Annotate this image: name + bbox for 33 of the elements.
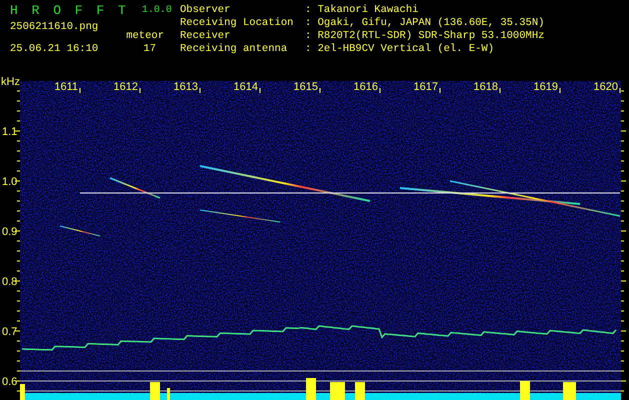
time-tick-label: 1611 bbox=[54, 81, 78, 93]
file-name: 2506211610.png bbox=[10, 21, 98, 34]
info-value: : R820T2(RTL-SDR) SDR-Sharp 53.1000MHz bbox=[305, 30, 544, 43]
meteor-count: 17 bbox=[143, 43, 156, 56]
info-value: : Ogaki, Gifu, JAPAN (136.60E, 35.35N) bbox=[305, 17, 544, 30]
app-title: H R O F F T bbox=[10, 4, 126, 17]
info-label: Receiving Location bbox=[180, 17, 294, 30]
info-label: Receiving antenna bbox=[180, 43, 288, 56]
frequency-tick-label: 1.0 bbox=[2, 176, 18, 188]
time-tick-label: 1612 bbox=[114, 81, 138, 93]
info-value: : 2el-HB9CV Vertical (el. E-W) bbox=[305, 43, 494, 56]
info-label: Receiver bbox=[180, 30, 232, 43]
frequency-tick-label: 0.6 bbox=[2, 376, 18, 388]
frequency-tick-label: 0.8 bbox=[2, 276, 18, 288]
frequency-tick-label: 1.1 bbox=[2, 126, 18, 138]
time-tick-label: 1617 bbox=[414, 81, 438, 93]
frequency-tick-label: 0.9 bbox=[2, 226, 18, 238]
meteor-label: meteor bbox=[126, 30, 164, 43]
meteor-trail bbox=[60, 226, 100, 236]
info-value: : Takanori Kawachi bbox=[305, 4, 418, 17]
axis-unit-label: kHz bbox=[1, 76, 20, 88]
date-time: 25.06.21 16:10 bbox=[10, 43, 98, 56]
time-tick-label: 1613 bbox=[174, 81, 198, 93]
time-tick-label: 1615 bbox=[294, 81, 318, 93]
info-label: Observer bbox=[180, 4, 232, 17]
frequency-tick-label: 0.7 bbox=[2, 326, 18, 338]
meteor-trail bbox=[110, 177, 160, 199]
app-version: 1.0.0 bbox=[142, 4, 172, 17]
time-tick-label: 1614 bbox=[234, 81, 258, 93]
time-tick-label: 1616 bbox=[354, 81, 378, 93]
time-tick-label: 1620 bbox=[594, 81, 618, 93]
time-tick-label: 1619 bbox=[534, 81, 558, 93]
time-tick-label: 1618 bbox=[474, 81, 498, 93]
